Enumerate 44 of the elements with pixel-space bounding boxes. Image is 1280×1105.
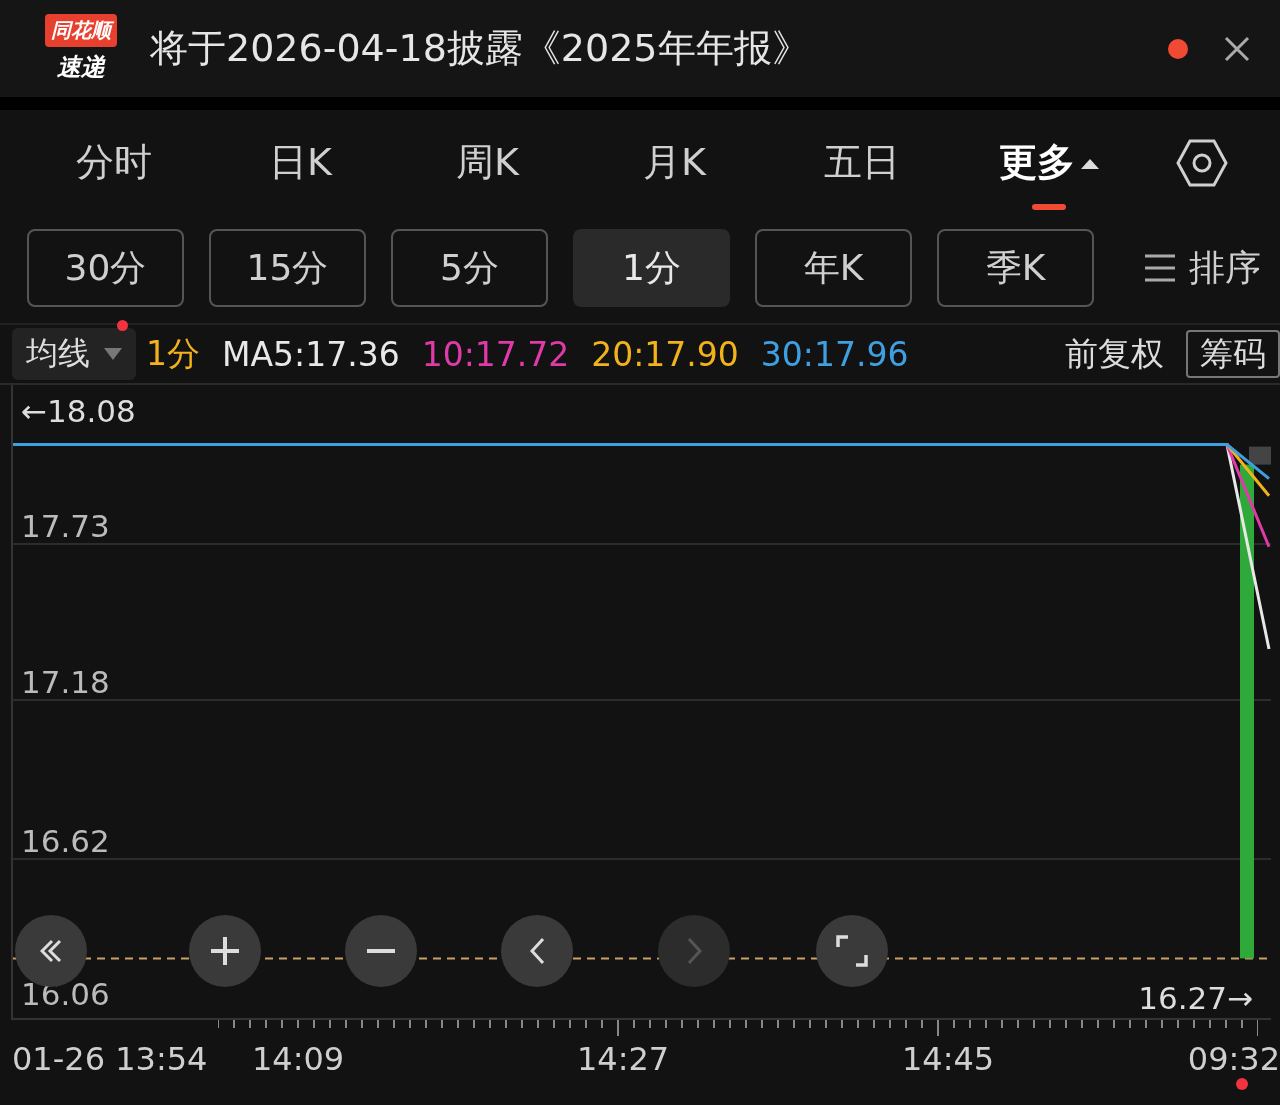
period-tab[interactable]: 月K <box>581 117 768 208</box>
chevron-right-icon <box>686 937 702 965</box>
period-tab[interactable]: 日K <box>207 117 394 208</box>
close-icon[interactable] <box>1224 35 1250 62</box>
logo-text: 速递 <box>57 52 105 83</box>
period-tab[interactable]: 分时 <box>20 117 207 208</box>
x-axis-label: 14:45 <box>902 1040 995 1078</box>
adjust-label[interactable]: 前复权 <box>1065 331 1164 377</box>
interval-chip[interactable]: 5分 <box>391 229 548 307</box>
interval-chip[interactable]: 1分 <box>573 229 730 307</box>
y-axis-label: 17.18 <box>21 664 110 701</box>
x-axis-label: 14:09 <box>252 1040 345 1078</box>
interval-chip[interactable]: 30分 <box>27 229 184 307</box>
moving-average-value: MA5:17.36 <box>222 334 400 374</box>
y-axis-label: 16.62 <box>21 823 110 860</box>
chevron-left-icon <box>529 937 545 965</box>
sort-button[interactable]: 排序 <box>1137 242 1267 294</box>
corners-icon <box>836 935 868 967</box>
interval-chip[interactable]: 季K <box>937 229 1094 307</box>
indicator-dropdown[interactable]: 均线 <box>12 328 136 380</box>
x-axis-label: 01-26 13:54 <box>12 1040 208 1078</box>
period-label: 1分 <box>146 332 200 375</box>
y-axis-label: 16.06 <box>21 976 110 1012</box>
x-axis-label: 09:32 <box>1187 1040 1280 1078</box>
interval-chip[interactable]: 15分 <box>209 229 366 307</box>
last-price-label: 16.27→ <box>1138 980 1253 1016</box>
caret-down-icon <box>104 348 122 360</box>
period-tab[interactable]: 更多 <box>955 117 1142 208</box>
moving-average-value: 10:17.72 <box>421 334 570 374</box>
moving-average-value: 30:17.96 <box>760 334 909 374</box>
notice-title[interactable]: 将于2026-04-18披露《2025年年报》 <box>150 23 1142 74</box>
period-tab[interactable]: 周K <box>394 117 581 208</box>
interval-chip[interactable]: 年K <box>755 229 912 307</box>
menu-icon <box>1143 253 1177 283</box>
plus-icon <box>211 937 239 965</box>
marker-dot <box>1236 1078 1248 1090</box>
double-chevron-left-icon <box>40 939 62 963</box>
period-tab[interactable]: 五日 <box>768 117 955 208</box>
minus-icon <box>367 948 395 954</box>
chips-button[interactable]: 筹码 <box>1186 330 1280 378</box>
logo-badge: 同花顺 <box>45 14 117 47</box>
moving-average-value: 20:17.90 <box>591 334 739 374</box>
max-price-label: ←18.08 <box>21 393 136 429</box>
x-axis-label: 14:27 <box>577 1040 670 1078</box>
